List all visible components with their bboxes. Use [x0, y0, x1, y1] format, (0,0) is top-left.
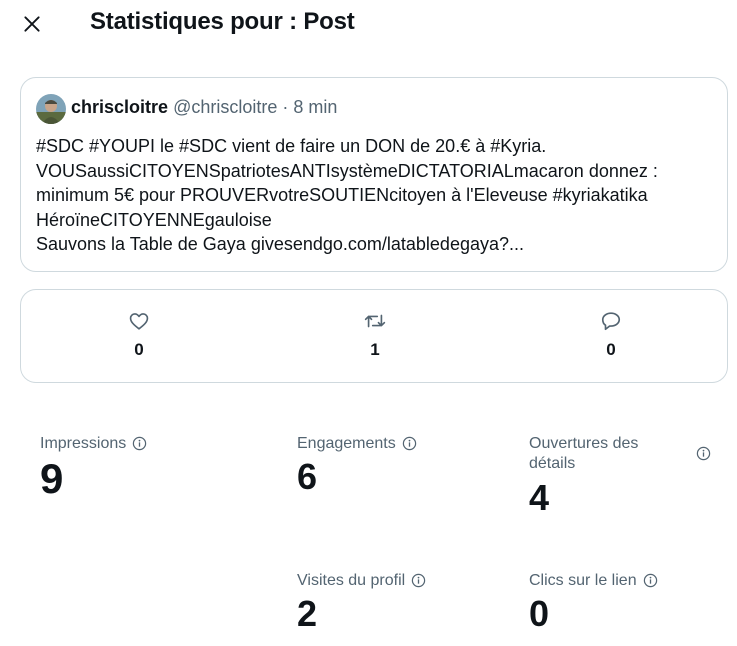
author-row: chriscloitre @chriscloitre · 8 min: [71, 97, 337, 118]
repost-action[interactable]: 1: [345, 310, 405, 360]
close-button[interactable]: [14, 6, 50, 42]
reply-count: 0: [606, 340, 616, 359]
info-icon[interactable]: [643, 573, 658, 588]
separator-dot: ·: [282, 97, 289, 117]
metric-detail-expands: Ouvertures des détails 4: [529, 434, 711, 518]
metric-value: 4: [529, 477, 550, 518]
metric-value: 2: [297, 593, 318, 634]
metric-value: 0: [529, 593, 550, 634]
metric-label: Clics sur le lien: [529, 572, 637, 589]
post-text-line: #SDC #YOUPI le #SDC vient de faire un DO…: [36, 136, 547, 156]
info-icon[interactable]: [411, 573, 426, 588]
info-icon[interactable]: [696, 446, 711, 461]
reply-icon: [601, 312, 621, 331]
metric-link-clicks: Clics sur le lien 0: [529, 571, 658, 634]
header: Statistiques pour : Post: [0, 0, 737, 48]
author-name[interactable]: chriscloitre: [71, 97, 168, 117]
author-handle[interactable]: @chriscloitre: [173, 97, 277, 117]
post-text-line: VOUSaussiCITOYENSpatriotesANTIsystèmeDIC…: [36, 160, 658, 181]
metric-value: 6: [297, 456, 318, 497]
post-time[interactable]: 8 min: [293, 97, 337, 117]
post-text: #SDC #YOUPI le #SDC vient de faire un DO…: [36, 134, 716, 257]
repost-icon: [364, 314, 386, 328]
post-text-line: Sauvons la Table de Gaya givesendgo.com/…: [36, 234, 525, 254]
repost-count: 1: [370, 340, 380, 359]
post-text-line: HéroïneCITOYENNEgauloise: [36, 209, 272, 230]
info-icon[interactable]: [402, 436, 417, 451]
metric-impressions: Impressions 9: [40, 434, 147, 504]
metric-label: Visites du profil: [297, 572, 406, 589]
close-icon: [24, 16, 40, 32]
heart-icon: [129, 313, 149, 330]
info-icon[interactable]: [132, 436, 147, 451]
page-title: Statistiques pour : Post: [90, 8, 355, 35]
metric-value: 9: [40, 455, 64, 502]
like-action[interactable]: 0: [109, 310, 169, 360]
metric-label: Impressions: [40, 435, 127, 452]
metric-label: Engagements: [297, 435, 396, 452]
metric-label: Ouvertures des détails: [529, 435, 639, 472]
metric-engagements: Engagements 6: [297, 434, 417, 497]
reply-action[interactable]: 0: [581, 310, 641, 360]
engagement-actions-card: 0 1 0: [20, 289, 728, 383]
like-count: 0: [134, 340, 144, 359]
metric-profile-visits: Visites du profil 2: [297, 571, 426, 634]
avatar[interactable]: [36, 94, 66, 124]
post-text-line: minimum 5€ pour PROUVERvotreSOUTIENcitoy…: [36, 185, 648, 205]
post-card[interactable]: chriscloitre @chriscloitre · 8 min #SDC …: [20, 77, 728, 272]
